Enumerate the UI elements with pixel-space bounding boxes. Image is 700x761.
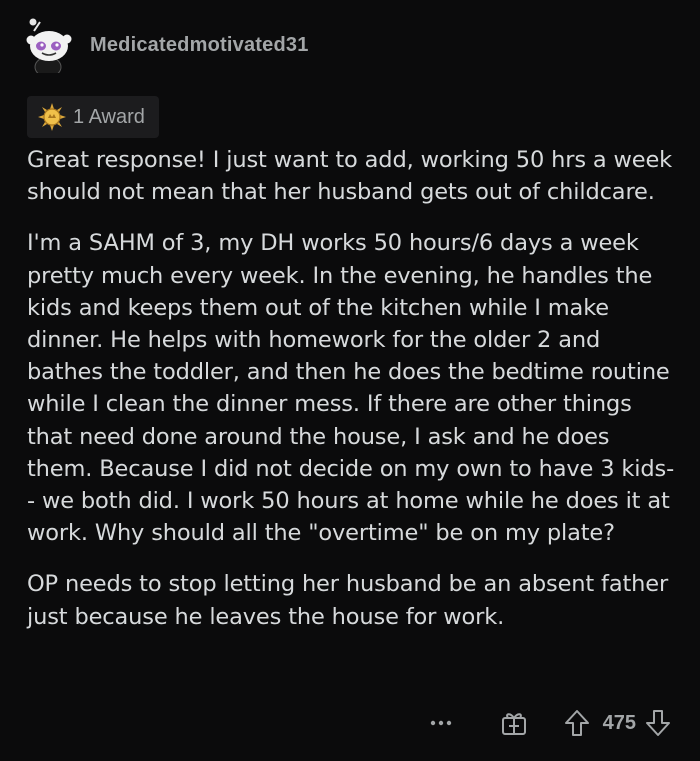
comment-paragraph: Great response! I just want to add, work… bbox=[27, 147, 673, 206]
username[interactable]: Medicatedmotivated31 bbox=[90, 34, 309, 57]
downvote-button[interactable] bbox=[644, 709, 672, 737]
award-badge[interactable]: 1 Award bbox=[27, 96, 159, 138]
comment-card: Medicatedmotivated31 1 Award Great respo… bbox=[0, 0, 700, 761]
upvote-button[interactable] bbox=[563, 709, 591, 737]
more-options-button[interactable] bbox=[423, 719, 459, 727]
comment-header: Medicatedmotivated31 bbox=[20, 14, 309, 78]
comment-actions: 475 bbox=[423, 703, 672, 743]
vote-score: 475 bbox=[602, 711, 636, 734]
comment-paragraph: I'm a SAHM of 3, my DH works 50 hours/6 … bbox=[27, 230, 675, 547]
award-count-label: 1 Award bbox=[73, 105, 145, 128]
downvote-arrow-icon bbox=[646, 710, 670, 736]
upvote-arrow-icon bbox=[564, 710, 589, 736]
gold-award-icon bbox=[37, 102, 67, 132]
give-award-button[interactable] bbox=[499, 709, 529, 737]
snoo-avatar-icon bbox=[26, 18, 72, 78]
comment-paragraph: OP needs to stop letting her husband be … bbox=[27, 571, 669, 630]
avatar[interactable] bbox=[20, 17, 76, 78]
give-award-icon bbox=[501, 713, 526, 735]
more-options-icon bbox=[430, 720, 451, 726]
comment-body: Great response! I just want to add, work… bbox=[27, 144, 677, 652]
